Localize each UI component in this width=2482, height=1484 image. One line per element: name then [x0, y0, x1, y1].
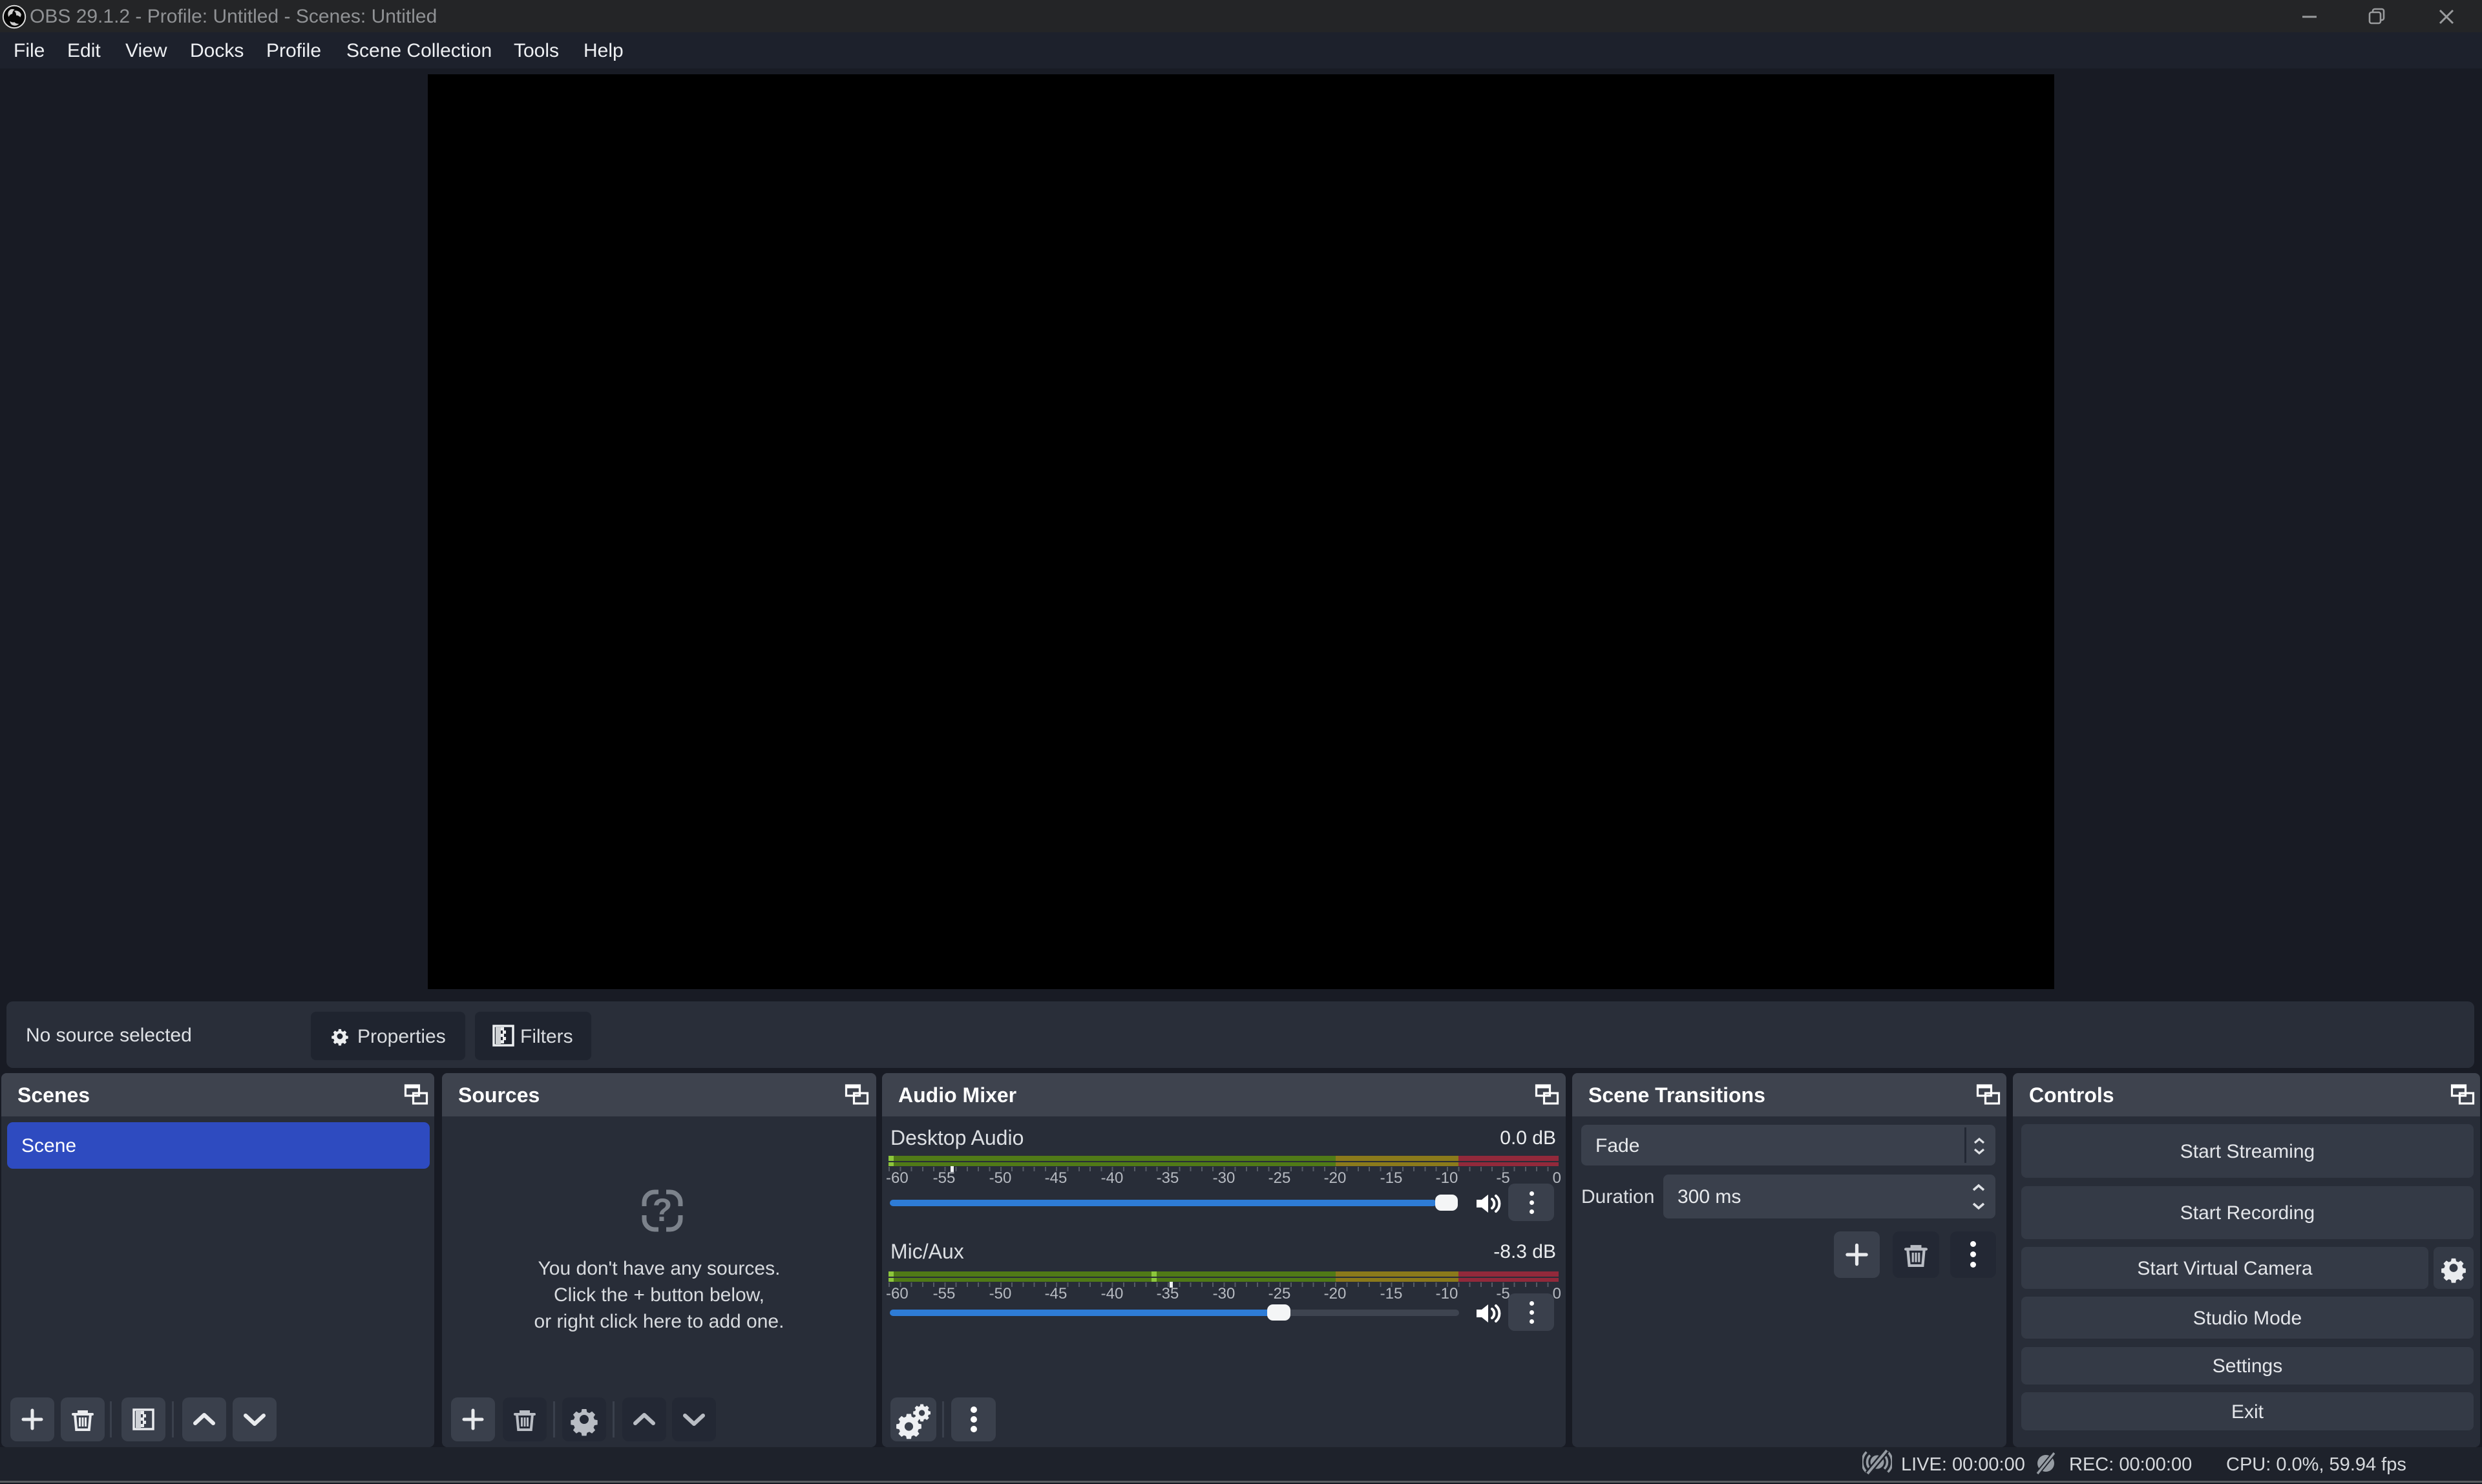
svg-text:?: ?	[653, 1192, 673, 1228]
